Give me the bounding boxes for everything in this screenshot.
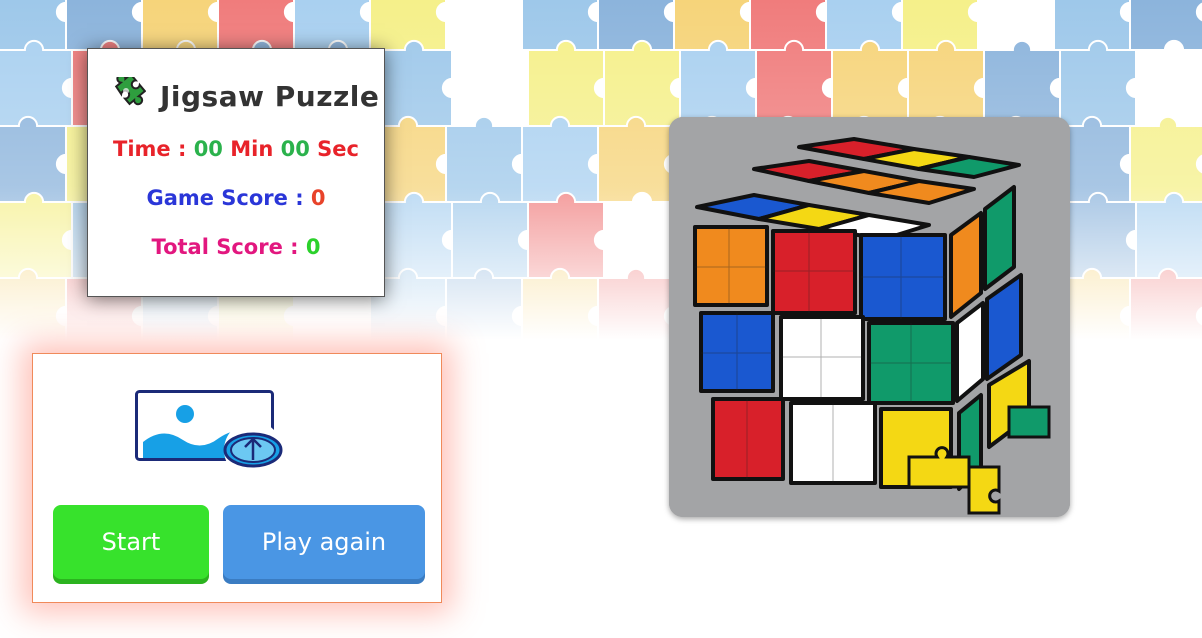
- control-panel: Start Play again: [32, 353, 442, 603]
- game-score-label: Game Score :: [146, 186, 304, 210]
- total-score-label: Total Score :: [151, 235, 299, 259]
- title-row: Jigsaw Puzzle: [112, 72, 380, 115]
- total-score-row: Total Score : 0: [88, 235, 384, 259]
- start-button[interactable]: Start: [53, 505, 209, 579]
- puzzle-preview-image: [669, 117, 1070, 517]
- min-label: Min: [230, 137, 274, 161]
- minutes-value: 00: [193, 137, 223, 161]
- sec-label: Sec: [317, 137, 359, 161]
- time-label: Time :: [113, 137, 187, 161]
- play-again-button[interactable]: Play again: [223, 505, 425, 579]
- timer-row: Time : 00 Min 00 Sec: [88, 137, 384, 161]
- page-title: Jigsaw Puzzle: [160, 79, 380, 113]
- image-upload-icon[interactable]: [135, 390, 285, 479]
- score-panel: Jigsaw Puzzle Time : 00 Min 00 Sec Game …: [87, 48, 385, 297]
- game-score-row: Game Score : 0: [88, 186, 384, 210]
- seconds-value: 00: [280, 137, 310, 161]
- game-score-value: 0: [310, 186, 326, 210]
- total-score-value: 0: [305, 235, 321, 259]
- puzzle-piece-icon: [112, 72, 147, 115]
